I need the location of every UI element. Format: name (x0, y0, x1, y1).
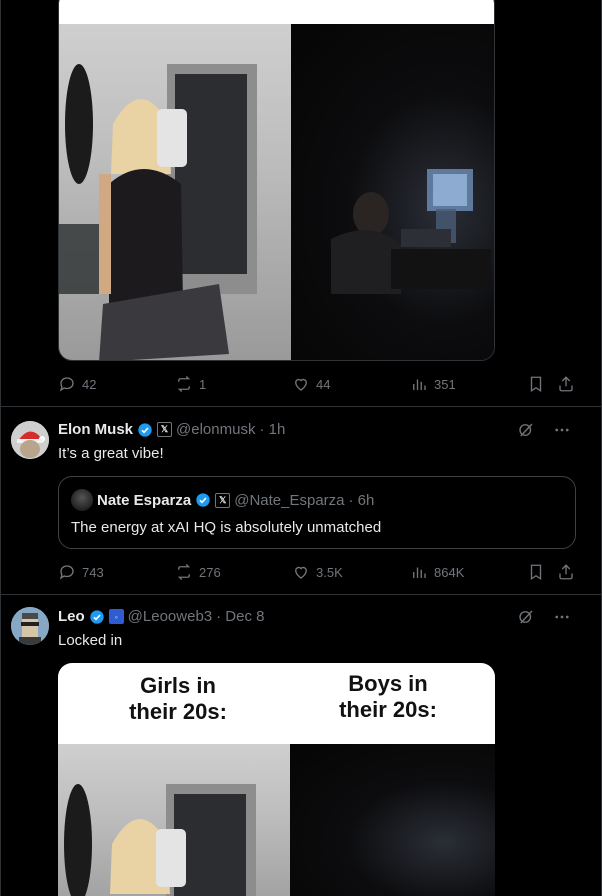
post-media[interactable]: Girls in their 20s: Boys in their 20s: (58, 663, 495, 896)
selfie-photo (58, 744, 290, 896)
avatar-image (11, 421, 49, 459)
desk-illustration (331, 169, 491, 294)
meme-label-left: Girls in their 20s: (129, 673, 227, 724)
grok-icon[interactable] (517, 608, 535, 626)
x-affiliate-icon: 𝕏 (215, 492, 231, 508)
share-icon (559, 376, 573, 392)
reply-count: 743 (82, 564, 104, 580)
tweet-top-actions (517, 608, 571, 626)
like-icon (295, 566, 307, 579)
tweet-text: Locked in (58, 632, 123, 649)
tweet-text: It’s a great vibe! (58, 445, 164, 462)
like-button[interactable]: 44 (292, 375, 330, 393)
like-icon (295, 378, 307, 391)
post-time[interactable]: · 1h (259, 421, 285, 438)
top-post-actions: 42 1 44 351 (58, 373, 578, 395)
views-count: 864K (434, 564, 465, 580)
repost-count: 276 (199, 564, 221, 580)
more-icon[interactable] (553, 608, 571, 626)
meme-label-right: Boys in their 20s: (339, 671, 437, 722)
timeline: 42 1 44 351 Elon Musk 𝕏 @elonmusk · 1h I… (0, 0, 602, 896)
selfie-photo (59, 24, 291, 360)
selfie-illustration (59, 64, 257, 360)
quote-avatar (71, 489, 93, 511)
avatar[interactable] (11, 421, 49, 459)
quote-post-time: · 6h (348, 491, 375, 509)
bookmark-icon (530, 376, 542, 393)
views-icon (413, 567, 426, 578)
avatar-image (11, 607, 49, 645)
selfie-illustration (64, 784, 256, 896)
reply-icon (59, 377, 74, 392)
share-icon (559, 564, 573, 580)
repost-count: 1 (199, 376, 207, 392)
like-count: 44 (316, 376, 331, 392)
grok-icon[interactable] (517, 421, 535, 439)
verified-badge-icon (138, 422, 152, 437)
tweet-header: Leo ◦ @Leooweb3 · Dec 8 (58, 608, 265, 625)
tweet-top-actions (517, 421, 571, 439)
verified-badge-icon (90, 609, 104, 624)
more-icon[interactable] (553, 421, 571, 439)
quote-author-name: Nate Esparza (97, 491, 192, 509)
post-media-top[interactable] (58, 0, 495, 361)
author-name[interactable]: Leo (58, 608, 85, 625)
divider (1, 594, 601, 595)
reply-button[interactable]: 743 (58, 563, 104, 581)
author-name[interactable]: Elon Musk (58, 421, 133, 438)
bookmark-button[interactable] (527, 375, 545, 393)
reply-icon (59, 565, 74, 580)
affiliate-badge-icon[interactable]: ◦ (108, 609, 124, 624)
like-count: 3.5K (316, 564, 343, 580)
quote-author-handle: @Nate_Esparza (234, 491, 345, 509)
post-time[interactable]: · Dec 8 (216, 608, 264, 625)
meme-banner: Girls in their 20s: Boys in their 20s: (58, 663, 495, 744)
author-handle[interactable]: @elonmusk (176, 421, 255, 438)
desk-photo (290, 744, 495, 896)
tweet-header: Elon Musk 𝕏 @elonmusk · 1h (58, 421, 285, 438)
bookmark-button[interactable] (527, 563, 545, 581)
share-button[interactable] (557, 563, 575, 581)
reply-count: 42 (82, 376, 97, 392)
quoted-tweet[interactable]: Nate Esparza 𝕏 @Nate_Esparza · 6h The en… (58, 476, 576, 549)
desk-photo (291, 24, 494, 360)
divider (1, 406, 601, 407)
repost-icon (177, 564, 191, 580)
like-button[interactable]: 3.5K (292, 563, 343, 581)
views-count: 351 (434, 376, 456, 392)
quote-text: The energy at xAI HQ is absolutely unmat… (71, 519, 382, 536)
reply-button[interactable]: 42 (58, 375, 96, 393)
repost-icon (177, 376, 191, 392)
bookmark-icon (530, 564, 542, 581)
x-affiliate-icon[interactable]: 𝕏 (157, 422, 173, 437)
views-icon (413, 379, 426, 390)
author-handle[interactable]: @Leooweb3 (128, 608, 212, 625)
views-button[interactable]: 351 (410, 375, 456, 393)
repost-button[interactable]: 1 (175, 375, 206, 393)
tweet-actions: 743 276 3.5K 864K (58, 561, 578, 583)
meme-banner-top (59, 0, 494, 24)
share-button[interactable] (557, 375, 575, 393)
repost-button[interactable]: 276 (175, 563, 221, 581)
verified-badge-icon (196, 493, 210, 507)
quote-header: Nate Esparza 𝕏 @Nate_Esparza · 6h (71, 489, 374, 511)
avatar[interactable] (11, 607, 49, 645)
views-button[interactable]: 864K (410, 563, 464, 581)
